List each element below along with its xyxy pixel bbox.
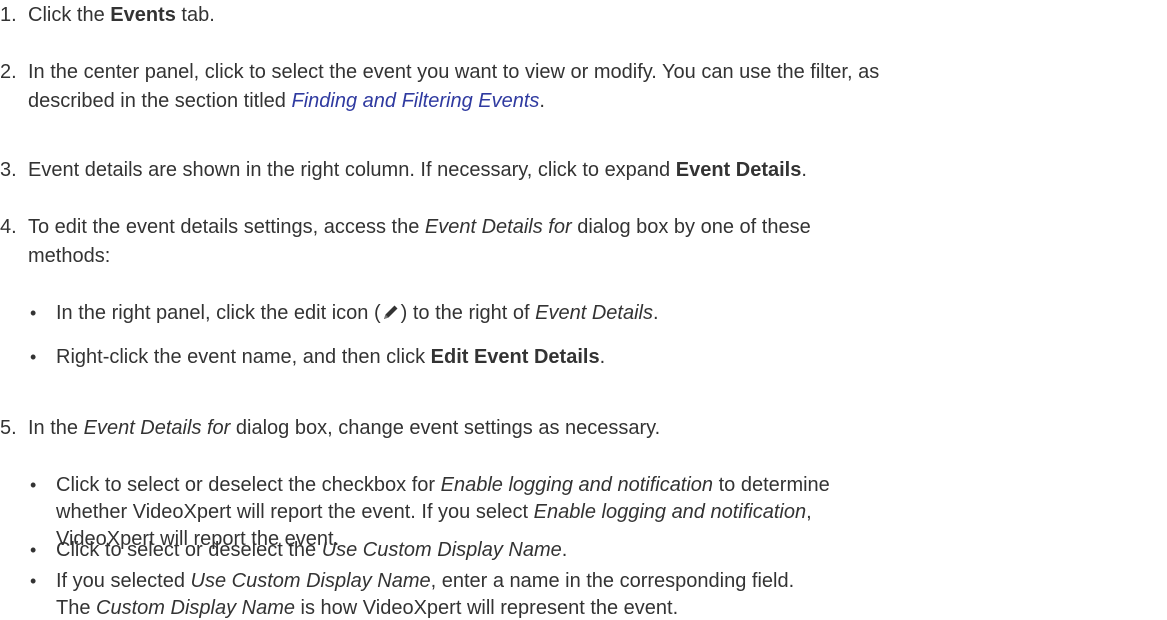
- s5b3l2-a: The: [56, 597, 97, 619]
- step-5-line-1: In the Event Details for dialog box, cha…: [28, 416, 660, 440]
- step-4-bullet-2-c: .: [599, 346, 606, 368]
- s5b3l1-a: If you selected: [56, 570, 191, 592]
- step-4-line-1-a: To edit the event details settings, acce…: [28, 216, 425, 238]
- step-5-bullet-1-line-2: whether VideoXpert will report the event…: [56, 500, 812, 524]
- s5b3l1-i: Use Custom Display Name: [190, 570, 431, 592]
- instruction-document: 1. Click the Events tab. 2. In the cente…: [0, 0, 1167, 620]
- step-1-text: Click the Events tab.: [28, 3, 215, 27]
- step-5-number: 5.: [0, 417, 17, 439]
- step-1-number: 1.: [0, 4, 17, 26]
- bullet-glyph: •: [30, 303, 37, 323]
- s5b1l2-c: ,: [806, 501, 812, 523]
- bullet-glyph: •: [30, 347, 37, 367]
- s5b1l1-c: to determine: [713, 474, 830, 496]
- bullet-glyph: •: [30, 475, 37, 495]
- s5b2-a: Click to select or deselect the: [56, 539, 322, 561]
- step-4-bullet-2-a: Right-click the event name, and then cli…: [56, 346, 431, 368]
- step-5-bullet-3-line-1: If you selected Use Custom Display Name,…: [56, 569, 794, 593]
- step-5-line-1-c: dialog box, change event settings as nec…: [230, 417, 661, 439]
- s5b2-c: .: [561, 539, 568, 561]
- step-4-line-2: methods:: [28, 245, 111, 267]
- step-5-bullet-2: Click to select or deselect the Use Cust…: [56, 538, 567, 562]
- step-4-line-1-c: dialog box by one of these: [571, 216, 811, 238]
- s5b1l2-i: Enable logging and notification: [533, 501, 807, 523]
- step-4-bullet-1: In the right panel, click the edit icon …: [56, 301, 659, 325]
- step-3-text-a: Event details are shown in the right col…: [28, 159, 676, 181]
- step-4-bullet-1-a: In the right panel, click the edit icon …: [56, 302, 381, 324]
- step-1-text-c: tab.: [175, 4, 215, 26]
- step-2-line-2-a: described in the section titled: [28, 90, 292, 112]
- step-3-number: 3.: [0, 159, 17, 181]
- step-2-number: 2.: [0, 61, 17, 83]
- s5b1l2-a: whether VideoXpert will report the event…: [56, 501, 534, 523]
- event-details-for-label: Event Details for: [424, 216, 572, 238]
- step-3-text: Event details are shown in the right col…: [28, 158, 807, 182]
- step-5-bullet-3-line-2: The Custom Display Name is how VideoXper…: [56, 596, 678, 620]
- step-5-line-1-i: Event Details for: [83, 417, 231, 439]
- s5b2-i: Use Custom Display Name: [321, 539, 562, 561]
- step-3-text-c: .: [801, 159, 807, 181]
- step-4-line-1: To edit the event details settings, acce…: [28, 215, 811, 239]
- step-5-bullet-1-line-1: Click to select or deselect the checkbox…: [56, 473, 830, 497]
- step-4-number: 4.: [0, 216, 17, 238]
- pencil-icon: [383, 305, 398, 319]
- step-5-line-1-a: In the: [28, 417, 84, 439]
- step-1-text-a: Click the: [28, 4, 111, 26]
- bullet-glyph: •: [30, 571, 37, 591]
- s5b1l1-i: Enable logging and notification: [440, 474, 714, 496]
- step-2-line-2: described in the section titled Finding …: [28, 89, 545, 113]
- finding-and-filtering-events-link[interactable]: Finding and Filtering Events: [292, 90, 540, 112]
- step-4-bullet-1-b: ) to the right of: [400, 302, 536, 324]
- step-4-bullet-2: Right-click the event name, and then cli…: [56, 345, 605, 369]
- s5b3l2-i: Custom Display Name: [96, 597, 295, 619]
- event-details-label: Event Details: [675, 159, 802, 181]
- edit-event-details-label: Edit Event Details: [430, 346, 600, 368]
- bullet-glyph: •: [30, 540, 37, 560]
- s5b3l1-c: , enter a name in the corresponding fiel…: [430, 570, 795, 592]
- step-2-line-2-c: .: [539, 90, 545, 112]
- step-4-bullet-1-c: .: [652, 302, 659, 324]
- events-tab-label: Events: [110, 4, 176, 26]
- s5b1l1-a: Click to select or deselect the checkbox…: [56, 474, 441, 496]
- s5b3l2-c: is how VideoXpert will represent the eve…: [294, 597, 679, 619]
- step-4-bullet-1-i: Event Details: [535, 302, 653, 324]
- step-2-line-1: In the center panel, click to select the…: [28, 61, 880, 83]
